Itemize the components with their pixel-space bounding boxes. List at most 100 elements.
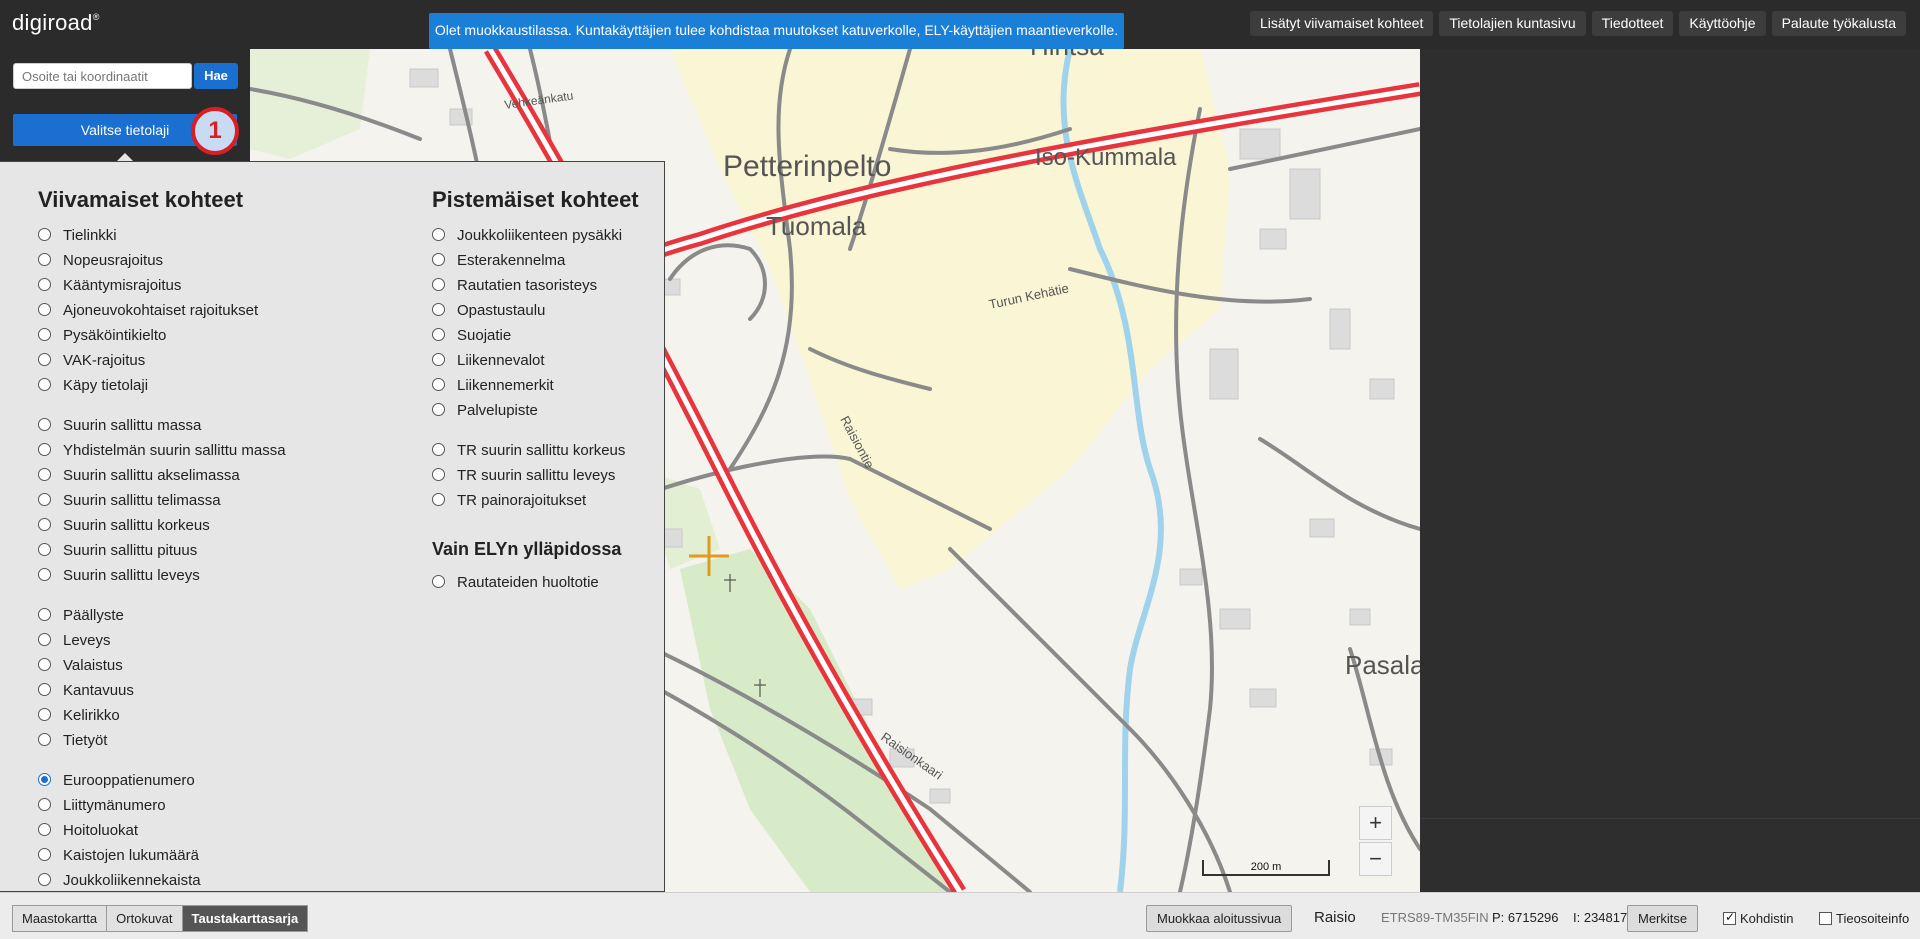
- radio-button[interactable]: [432, 468, 445, 481]
- radio-button[interactable]: [432, 353, 445, 366]
- radio-button[interactable]: [432, 443, 445, 456]
- layer-option[interactable]: Suurin sallittu telimassa: [38, 488, 286, 513]
- digiroad-logo[interactable]: digiroad®: [12, 10, 100, 36]
- layer-option[interactable]: Yhdistelmän suurin sallittu massa: [38, 438, 286, 463]
- radio-button[interactable]: [38, 798, 51, 811]
- radio-button[interactable]: [432, 403, 445, 416]
- link-added-linear-features[interactable]: Lisätyt viivamaiset kohteet: [1249, 11, 1434, 36]
- layer-option[interactable]: Suurin sallittu akselimassa: [38, 463, 286, 488]
- radio-button[interactable]: [38, 633, 51, 646]
- layer-option[interactable]: Opastustaulu: [432, 298, 639, 323]
- layer-option[interactable]: Pysäköintikielto: [38, 323, 286, 348]
- search-button[interactable]: Hae: [194, 63, 238, 89]
- search-input[interactable]: [13, 63, 192, 89]
- radio-button[interactable]: [38, 468, 51, 481]
- layer-option[interactable]: Rautatien tasoristeys: [432, 273, 639, 298]
- layer-option[interactable]: Kääntymisrajoitus: [38, 273, 286, 298]
- radio-button[interactable]: [38, 873, 51, 886]
- radio-button[interactable]: [38, 683, 51, 696]
- radio-button[interactable]: [38, 378, 51, 391]
- road-address-checkbox-label: Tieosoiteinfo: [1836, 911, 1910, 926]
- radio-button[interactable]: [38, 518, 51, 531]
- radio-button[interactable]: [38, 733, 51, 746]
- layer-option[interactable]: Kaistojen lukumäärä: [38, 843, 286, 868]
- layer-option[interactable]: TR suurin sallittu korkeus: [432, 438, 639, 463]
- layer-option[interactable]: Liikennemerkit: [432, 373, 639, 398]
- radio-button[interactable]: [38, 418, 51, 431]
- link-feedback[interactable]: Palaute työkalusta: [1771, 11, 1906, 36]
- radio-button[interactable]: [38, 658, 51, 671]
- layer-option[interactable]: Leveys: [38, 628, 286, 653]
- radio-button[interactable]: [38, 848, 51, 861]
- layer-option[interactable]: Suojatie: [432, 323, 639, 348]
- layer-option[interactable]: Käpy tietolaji: [38, 373, 286, 398]
- radio-button[interactable]: [432, 378, 445, 391]
- layer-option[interactable]: Suurin sallittu pituus: [38, 538, 286, 563]
- layer-option[interactable]: Nopeusrajoitus: [38, 248, 286, 273]
- radio-button[interactable]: [38, 493, 51, 506]
- radio-button[interactable]: [38, 708, 51, 721]
- layer-option[interactable]: Tielinkki: [38, 223, 286, 248]
- road-address-checkbox[interactable]: Tieosoiteinfo: [1819, 911, 1909, 926]
- layer-option[interactable]: Suurin sallittu korkeus: [38, 513, 286, 538]
- zoom-in-button[interactable]: +: [1359, 806, 1392, 840]
- layer-option[interactable]: Hoitoluokat: [38, 818, 286, 843]
- zoom-out-button[interactable]: −: [1359, 842, 1392, 876]
- layer-option[interactable]: TR suurin sallittu leveys: [432, 463, 639, 488]
- layer-option[interactable]: Liikennevalot: [432, 348, 639, 373]
- radio-button[interactable]: [38, 543, 51, 556]
- layer-option[interactable]: Valaistus: [38, 653, 286, 678]
- radio-button[interactable]: [38, 773, 51, 786]
- basemap-terrain[interactable]: Maastokartta: [12, 905, 108, 932]
- radio-button[interactable]: [432, 575, 445, 588]
- radio-button[interactable]: [38, 328, 51, 341]
- layer-option[interactable]: Ajoneuvokohtaiset rajoitukset: [38, 298, 286, 323]
- layer-option[interactable]: Joukkoliikennekaista: [38, 868, 286, 893]
- radio-button[interactable]: [432, 278, 445, 291]
- cursor-checkbox[interactable]: Kohdistin: [1723, 910, 1793, 926]
- edit-start-page-button[interactable]: Muokkaa aloitussivua: [1146, 905, 1293, 932]
- layer-option[interactable]: TR painorajoitukset: [432, 488, 639, 513]
- radio-button[interactable]: [38, 278, 51, 291]
- layer-option[interactable]: Palvelupiste: [432, 398, 639, 423]
- layer-option[interactable]: Esterakennelma: [432, 248, 639, 273]
- link-municipality-page[interactable]: Tietolajien kuntasivu: [1439, 11, 1586, 36]
- layer-option[interactable]: Päällyste: [38, 603, 286, 628]
- link-user-guide[interactable]: Käyttöohje: [1679, 11, 1766, 36]
- basemap-background-series[interactable]: Taustakarttasarja: [182, 905, 309, 932]
- point-features-column: Pistemäiset kohteet Joukkoliikenteen pys…: [432, 162, 639, 595]
- radio-button[interactable]: [38, 823, 51, 836]
- basemap-orthophoto[interactable]: Ortokuvat: [107, 905, 183, 932]
- layer-option-label: Suojatie: [457, 327, 512, 344]
- layer-option[interactable]: Tietyöt: [38, 728, 286, 753]
- layer-option-label: Suurin sallittu leveys: [63, 567, 200, 584]
- radio-button[interactable]: [432, 328, 445, 341]
- point-features-list: Joukkoliikenteen pysäkki Esterakennelma Ra…: [432, 223, 639, 513]
- radio-button[interactable]: [38, 443, 51, 456]
- radio-button[interactable]: [38, 228, 51, 241]
- layer-option[interactable]: Kantavuus: [38, 678, 286, 703]
- layer-option[interactable]: Suurin sallittu massa: [38, 413, 286, 438]
- layer-option[interactable]: Kelirikko: [38, 703, 286, 728]
- radio-button[interactable]: [38, 608, 51, 621]
- layer-option[interactable]: VAK-rajoitus: [38, 348, 286, 373]
- radio-button[interactable]: [38, 568, 51, 581]
- radio-button[interactable]: [432, 253, 445, 266]
- layer-option-label: Nopeusrajoitus: [63, 252, 164, 269]
- radio-button[interactable]: [432, 228, 445, 241]
- linear-features-title: Viivamaiset kohteet: [38, 187, 244, 212]
- cursor-checkbox-box[interactable]: [1723, 910, 1736, 925]
- layer-option[interactable]: Rautateiden huoltotie: [432, 570, 639, 595]
- layer-option[interactable]: Joukkoliikenteen pysäkki: [432, 223, 639, 248]
- radio-button[interactable]: [38, 253, 51, 266]
- layer-option[interactable]: Liittymänumero: [38, 793, 286, 818]
- layer-option[interactable]: Suurin sallittu leveys: [38, 563, 286, 588]
- mark-button[interactable]: Merkitse: [1627, 905, 1699, 932]
- radio-button[interactable]: [38, 303, 51, 316]
- radio-button[interactable]: [432, 303, 445, 316]
- layer-option[interactable]: Eurooppatienumero: [38, 768, 286, 793]
- road-address-checkbox-box[interactable]: [1819, 912, 1832, 925]
- radio-button[interactable]: [38, 353, 51, 366]
- link-announcements[interactable]: Tiedotteet: [1591, 11, 1674, 36]
- radio-button[interactable]: [432, 493, 445, 506]
